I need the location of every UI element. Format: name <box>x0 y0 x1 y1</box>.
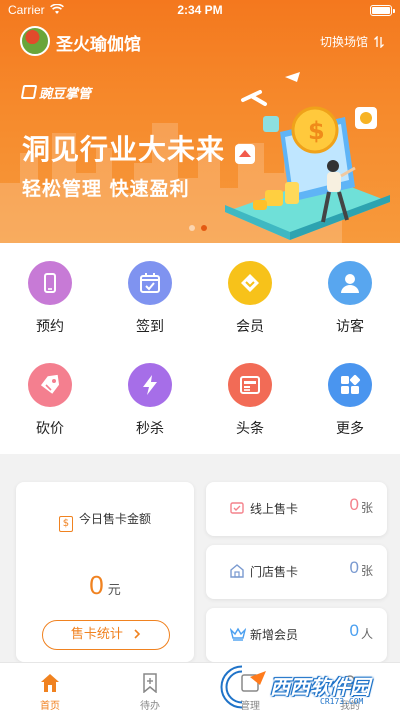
news-icon <box>228 363 272 407</box>
brand-name: 豌豆掌管 <box>39 86 92 102</box>
online-card-sales-card[interactable]: 线上售卡 0 张 <box>206 482 387 536</box>
menu-item-visitors[interactable]: 访客 <box>310 261 390 361</box>
switch-venue-label: 切换场馆 <box>319 35 368 49</box>
store-icon <box>230 564 244 578</box>
banner-headline: 洞见行业大未来 <box>22 133 226 166</box>
menu-item-members[interactable]: 会员 <box>210 261 290 361</box>
crown-icon <box>230 627 246 641</box>
grid-icon <box>328 363 372 407</box>
sales-stats-button[interactable]: 售卡统计 <box>42 620 170 650</box>
vip-diamond-icon <box>228 261 272 305</box>
status-bar: Carrier 2:34 PM <box>0 0 400 20</box>
today-sales-amount: 0元 <box>16 570 194 601</box>
bookmark-add-icon <box>143 673 157 693</box>
switch-venue-button[interactable]: 切换场馆 <box>320 33 384 50</box>
store-card-sales-card[interactable]: 门店售卡 0 张 <box>206 545 387 599</box>
stat-label: 新增会员 <box>250 628 299 642</box>
header-banner: Carrier 2:34 PM 圣火瑜伽馆 切换场馆 豌豆掌管 洞见行业大未来 … <box>0 0 400 243</box>
watermark-text: 西西软件园 <box>270 675 370 699</box>
stat-value: 0 <box>349 621 359 640</box>
tab-label: 待办 <box>140 701 160 711</box>
stat-label: 线上售卡 <box>250 502 299 516</box>
top-bar: 圣火瑜伽馆 切换场馆 <box>0 24 400 58</box>
stat-value: 0 <box>349 558 359 577</box>
stat-unit: 张 <box>360 501 373 515</box>
tab-label: 首页 <box>40 701 60 711</box>
stat-label: 门店售卡 <box>250 565 299 579</box>
brand-mark-icon <box>20 85 38 99</box>
carousel-dot-active[interactable] <box>201 225 207 231</box>
today-sales-title: $ 今日售卡金额 <box>16 510 194 532</box>
tab-todo[interactable]: 待办 <box>100 663 200 711</box>
home-icon <box>41 674 59 692</box>
new-members-card[interactable]: 新增会员 0 人 <box>206 608 387 662</box>
menu-item-label: 会员 <box>236 319 264 335</box>
stat-value: 0 <box>349 495 359 514</box>
menu-item-flash-sale[interactable]: 秒杀 <box>110 363 190 463</box>
menu-item-more[interactable]: 更多 <box>310 363 390 463</box>
watermark-logo: 西西软件园 CR173.COM <box>212 663 388 711</box>
chevron-right-icon <box>134 629 141 639</box>
calendar-check-icon <box>128 261 172 305</box>
user-icon <box>328 261 372 305</box>
stat-unit: 人 <box>360 627 373 641</box>
today-sales-value: 0 <box>89 570 104 600</box>
today-sales-card: $ 今日售卡金额 0元 售卡统计 <box>16 482 194 662</box>
price-tag-icon <box>28 363 72 407</box>
sales-stats-button-label: 售卡统计 <box>70 627 123 642</box>
carousel-dot[interactable] <box>189 225 195 231</box>
menu-item-headlines[interactable]: 头条 <box>210 363 290 463</box>
menu-item-label: 更多 <box>336 421 364 437</box>
money-icon: $ <box>58 516 73 532</box>
watermark-emblem <box>220 665 266 709</box>
phone-icon <box>28 261 72 305</box>
card-check-icon <box>230 502 244 514</box>
menu-item-label: 访客 <box>336 319 364 335</box>
banner-subline: 轻松管理 快速盈利 <box>22 178 190 200</box>
feature-menu: 预约 签到 会员 访客 砍价 秒杀 头条 更多 <box>0 243 400 454</box>
stats-section: $ 今日售卡金额 0元 售卡统计 线上售卡 0 张 门店售卡 0 张 新增会员 0… <box>0 466 400 666</box>
today-sales-title-text: 今日售卡金额 <box>78 512 151 526</box>
svg-text:$: $ <box>308 117 325 145</box>
brand-logo: 豌豆掌管 <box>20 84 92 102</box>
menu-item-appointment[interactable]: 预约 <box>10 261 90 361</box>
status-time: 2:34 PM <box>177 3 223 17</box>
tab-home[interactable]: 首页 <box>0 663 100 711</box>
lightning-icon <box>128 363 172 407</box>
today-sales-unit: 元 <box>107 583 121 598</box>
menu-item-label: 秒杀 <box>136 421 164 437</box>
stat-unit: 张 <box>360 564 373 578</box>
carousel-indicator[interactable] <box>189 225 207 231</box>
menu-item-label: 预约 <box>36 319 64 335</box>
menu-item-label: 头条 <box>236 421 264 437</box>
swap-arrows-icon <box>374 35 384 48</box>
menu-item-bargain[interactable]: 砍价 <box>10 363 90 463</box>
menu-item-checkin[interactable]: 签到 <box>110 261 190 361</box>
menu-item-label: 签到 <box>136 319 164 335</box>
banner-illustration: $ <box>225 72 390 240</box>
venue-avatar[interactable] <box>20 26 50 56</box>
battery-icon <box>370 5 395 16</box>
menu-item-label: 砍价 <box>36 421 64 437</box>
venue-name[interactable]: 圣火瑜伽馆 <box>56 30 141 55</box>
watermark-url: CR173.COM <box>320 697 364 706</box>
